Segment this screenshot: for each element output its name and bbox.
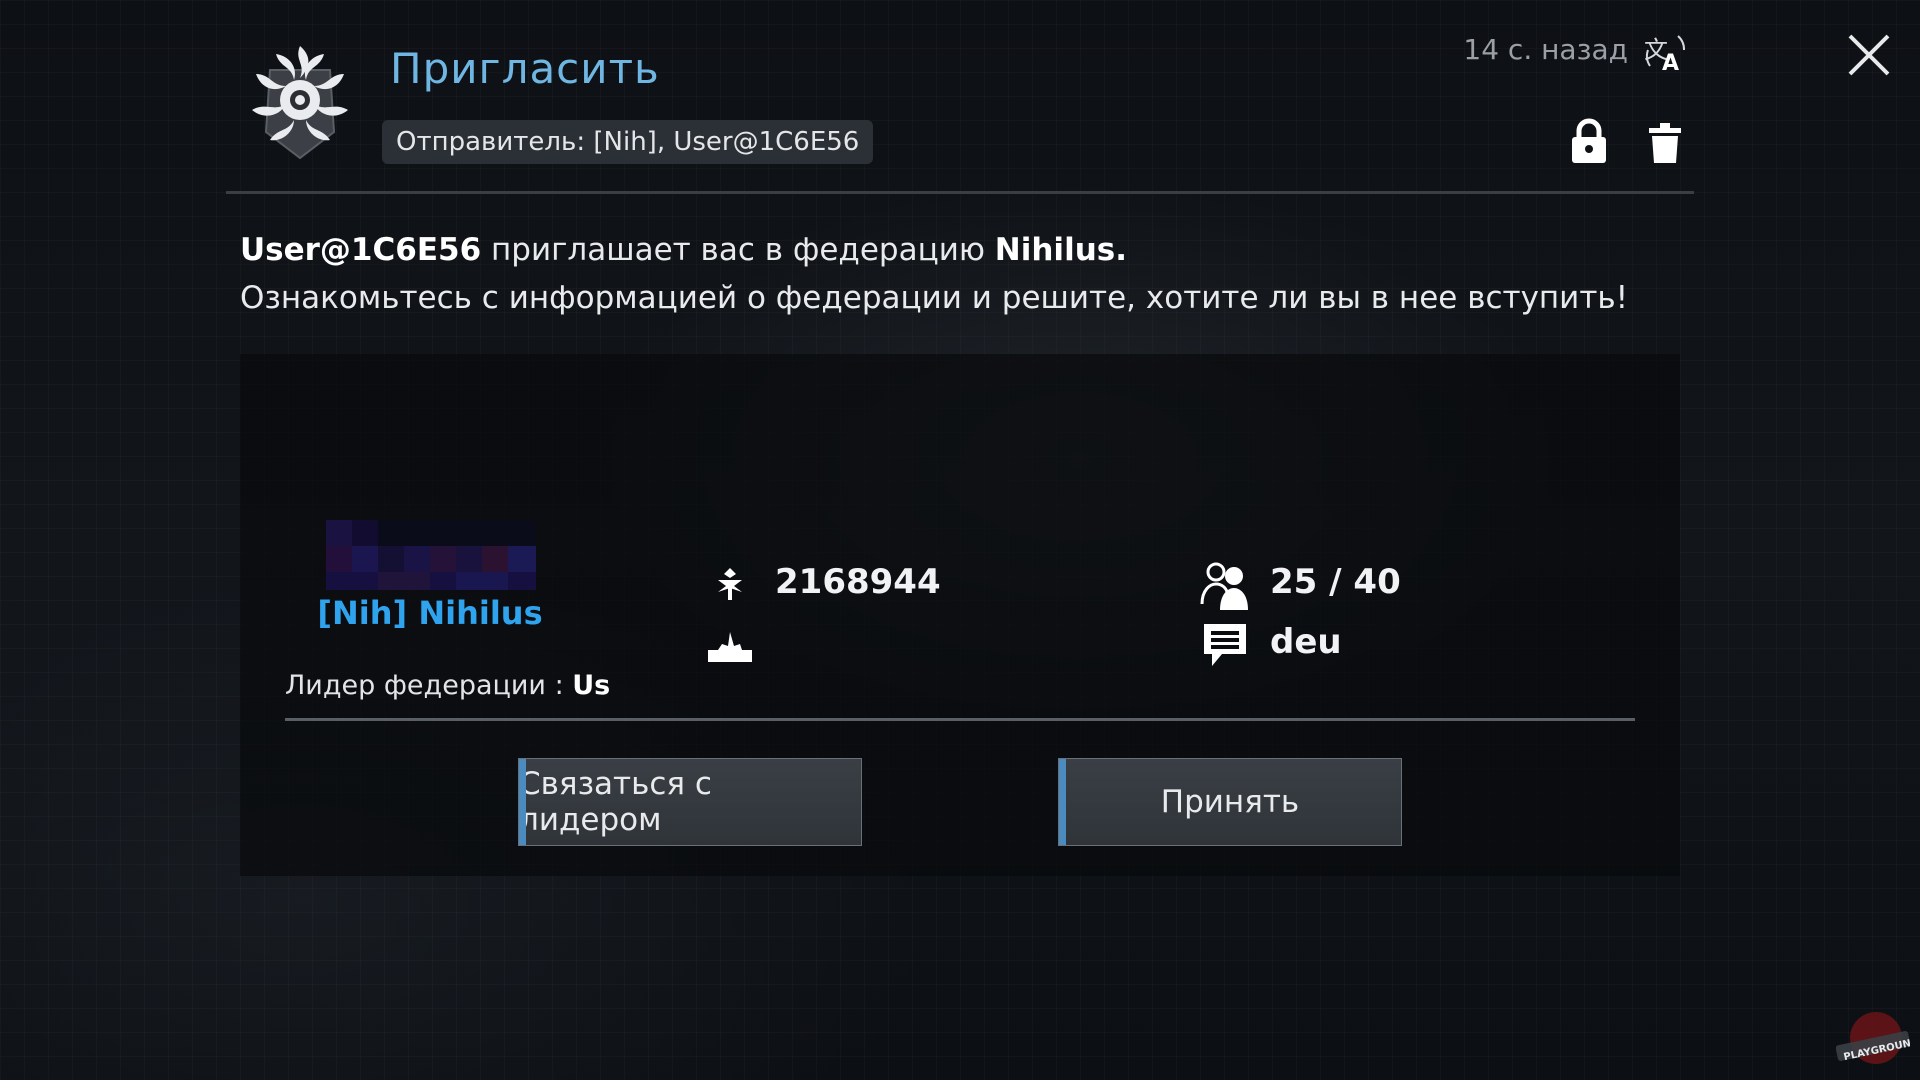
message-line-2: Ознакомьтесь с информацией о федерации и…	[240, 280, 1629, 316]
leader-label: Лидер федерации :	[285, 670, 573, 701]
federation-flag	[326, 520, 536, 590]
header-divider	[226, 191, 1694, 194]
federation-members: 25 / 40	[1270, 562, 1401, 602]
federation-emblem-icon	[252, 46, 348, 160]
language-icon	[1204, 624, 1246, 666]
accept-label: Принять	[1160, 784, 1300, 820]
message-user: User@1C6E56	[240, 232, 482, 268]
message-line-1: User@1C6E56 приглашает вас в федерацию N…	[240, 226, 1680, 274]
close-icon[interactable]	[1844, 30, 1894, 80]
leader-name[interactable]: Us	[572, 670, 610, 701]
message-period: .	[1115, 232, 1127, 268]
members-icon	[1200, 562, 1248, 610]
message-federation: Nihilus	[994, 232, 1116, 268]
translate-icon[interactable]: 文 A	[1642, 30, 1688, 74]
playground-logo: PLAYGROUND	[1836, 1012, 1910, 1064]
federation-name[interactable]: [Nih] Nihilus	[300, 594, 560, 632]
federation-power: 2168944	[775, 562, 941, 602]
rank-icon	[708, 632, 752, 662]
federation-leader: Лидер федерации : Us	[285, 670, 610, 701]
accept-button[interactable]: Принять	[1058, 758, 1402, 846]
timestamp: 14 с. назад	[1463, 33, 1628, 66]
contact-leader-button[interactable]: Связаться с лидером	[518, 758, 862, 846]
power-icon	[718, 568, 742, 600]
invite-message: User@1C6E56 приглашает вас в федерацию N…	[240, 226, 1680, 322]
invite-screen: Пригласить Отправитель: [Nih], User@1C6E…	[0, 0, 1920, 1080]
message-text: приглашает вас в федерацию	[481, 232, 995, 268]
svg-text:A: A	[1662, 51, 1679, 74]
card-divider	[285, 718, 1635, 721]
contact-leader-label: Связаться с лидером	[519, 766, 712, 838]
page-title: Пригласить	[390, 44, 660, 93]
trash-icon[interactable]	[1648, 122, 1682, 164]
federation-language: deu	[1270, 622, 1342, 662]
lock-icon[interactable]	[1570, 118, 1608, 164]
sender-badge: Отправитель: [Nih], User@1C6E56	[382, 120, 874, 164]
